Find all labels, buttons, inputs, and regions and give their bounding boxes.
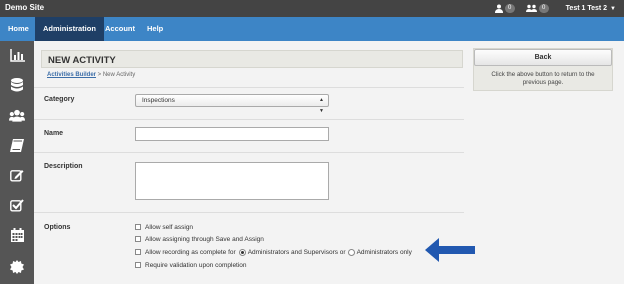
settings-icon[interactable] xyxy=(9,259,25,275)
self-assign-checkbox[interactable] xyxy=(135,224,141,230)
recording-option[interactable]: Allow recording as complete for Administ… xyxy=(135,247,412,257)
group-icon xyxy=(525,4,537,12)
category-label: Category xyxy=(44,96,75,103)
top-right-area: 0 0 Test 1 Test 2 ▼ xyxy=(494,2,616,15)
require-validation-option[interactable]: Require validation upon completion xyxy=(135,260,247,270)
username: Test 1 Test 2 xyxy=(565,5,608,12)
recording-checkbox[interactable] xyxy=(135,249,141,255)
description-section xyxy=(34,152,464,153)
back-help-text: Click the above button to return to the … xyxy=(491,71,595,86)
radio-admins-only[interactable] xyxy=(347,248,355,256)
category-value: Inspections xyxy=(142,97,175,104)
calendar-icon[interactable] xyxy=(9,227,25,243)
user-icon xyxy=(494,4,503,13)
user-count-badge: 0 xyxy=(504,4,515,13)
nav-administration[interactable]: Administration xyxy=(35,17,104,41)
site-title: Demo Site xyxy=(5,3,45,12)
breadcrumb-current: > New Activity xyxy=(96,72,136,78)
sidebar xyxy=(0,41,34,284)
right-panel: Back Click the above button to return to… xyxy=(473,48,613,91)
select-arrows-icon: ▲ ▼ xyxy=(319,97,324,114)
group-notifications[interactable]: 0 xyxy=(525,4,549,13)
category-section xyxy=(34,87,464,88)
user-notifications[interactable]: 0 xyxy=(494,4,515,13)
back-button[interactable]: Back xyxy=(474,49,612,66)
top-bar: Demo Site 0 0 Test 1 Test 2 ▼ xyxy=(0,0,624,17)
radio-admins-only-label: Administrators only xyxy=(356,248,412,256)
users-icon[interactable] xyxy=(9,107,25,123)
name-field[interactable] xyxy=(135,127,329,141)
require-validation-checkbox[interactable] xyxy=(135,262,141,268)
description-label: Description xyxy=(44,163,83,170)
main-content: NEW ACTIVITY Activities Builder > New Ac… xyxy=(34,41,464,284)
category-select[interactable]: Inspections ▲ ▼ xyxy=(135,94,329,114)
caret-down-icon: ▼ xyxy=(610,6,616,12)
radio-admins-supervisors[interactable] xyxy=(238,248,246,256)
self-assign-option[interactable]: Allow self assign xyxy=(135,222,193,232)
edit-icon[interactable] xyxy=(9,167,25,183)
self-assign-label: Allow self assign xyxy=(145,223,194,231)
save-assign-checkbox[interactable] xyxy=(135,236,141,242)
breadcrumb: Activities Builder > New Activity xyxy=(47,72,135,78)
nav-account[interactable]: Account xyxy=(97,17,143,41)
database-icon[interactable] xyxy=(9,77,25,93)
save-assign-option[interactable]: Allow assigning through Save and Assign xyxy=(135,234,264,244)
user-menu[interactable]: Test 1 Test 2 ▼ xyxy=(566,5,616,12)
group-count-badge: 0 xyxy=(538,4,549,13)
checklist-icon[interactable] xyxy=(9,197,25,213)
require-validation-label: Require validation upon completion xyxy=(145,261,247,269)
page-title-box: NEW ACTIVITY xyxy=(41,50,463,68)
nav-home[interactable]: Home xyxy=(0,17,37,41)
book-icon[interactable] xyxy=(9,137,25,153)
name-section xyxy=(34,119,464,120)
recording-label: Allow recording as complete for xyxy=(145,248,236,256)
radio-admins-supervisors-label: Administrators and Supervisors or xyxy=(247,248,346,256)
nav-help[interactable]: Help xyxy=(139,17,171,41)
breadcrumb-activities-builder[interactable]: Activities Builder xyxy=(47,72,96,78)
name-label: Name xyxy=(44,130,64,137)
page-title: NEW ACTIVITY xyxy=(48,55,116,66)
arrow-left-icon xyxy=(425,238,475,262)
description-field[interactable] xyxy=(135,162,329,200)
save-assign-label: Allow assigning through Save and Assign xyxy=(145,235,264,243)
options-section xyxy=(34,212,464,213)
chart-icon[interactable] xyxy=(9,47,25,63)
options-label: Options xyxy=(44,224,71,231)
main-nav: Home Administration Account Help xyxy=(0,17,624,41)
